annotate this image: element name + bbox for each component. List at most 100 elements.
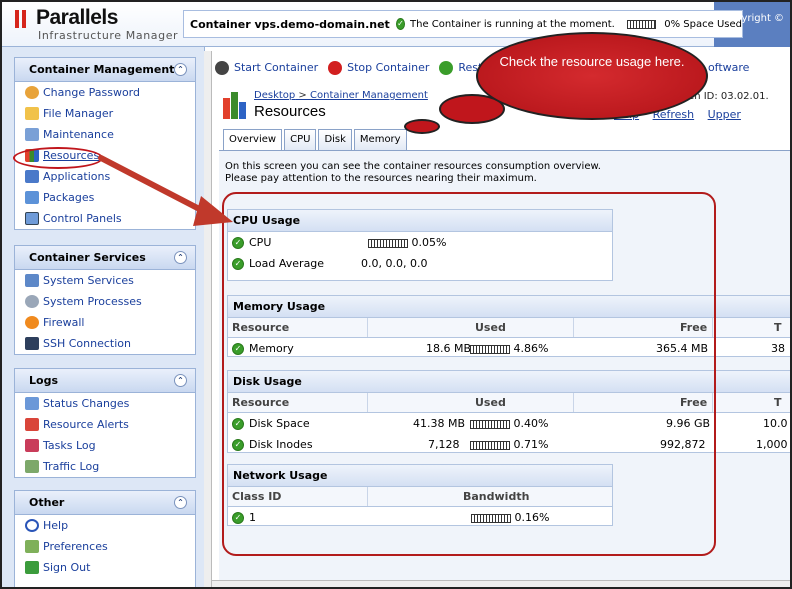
parallels-logo-icon [15,10,29,28]
logo-text: Parallels [36,6,118,29]
panel-title: Other [29,496,65,509]
logo-subtitle: Infrastructure Manager [38,29,179,42]
collapse-icon[interactable]: ⌃ [174,374,187,387]
resources-highlight-circle [13,147,103,169]
nav-traffic-log[interactable]: Traffic Log [15,456,195,477]
nav-label: Maintenance [43,128,114,141]
upper-level-link[interactable]: Upper [708,108,741,121]
panel-logs: Logs ⌃ Status Changes Resource Alerts Tas… [14,368,196,478]
panel-header[interactable]: Other ⌃ [15,491,195,515]
nav-label: Packages [43,191,95,204]
total-value: 1,000 [756,438,788,451]
panel-title: Logs [29,374,58,387]
nav-preferences[interactable]: Preferences [15,536,195,557]
panel-title: Container Services [29,251,146,264]
nav-label: File Manager [43,107,114,120]
running-icon: ✓ [395,18,406,30]
tab-overview[interactable]: Overview [223,129,283,150]
nav-system-processes[interactable]: System Processes [15,291,195,312]
tab-bar: Overview CPU Disk Memory [223,129,407,150]
nav-system-services[interactable]: System Services [15,270,195,291]
help-icon [25,519,39,532]
nav-label: Change Password [43,86,140,99]
container-name: Container vps.demo-domain.net [190,17,390,31]
tab-memory[interactable]: Memory [353,129,407,150]
nav-file-manager[interactable]: File Manager [15,103,195,124]
vertical-scrollbar[interactable] [204,51,212,587]
nav-label: System Services [43,274,134,287]
nav-change-password[interactable]: Change Password [15,82,195,103]
copyright: Copyright © [722,13,785,24]
tab-cpu[interactable]: CPU [284,129,317,150]
collapse-icon[interactable]: ⌃ [174,63,187,76]
restart-icon [439,60,454,75]
preferences-icon [25,540,39,553]
nav-label: Sign Out [43,561,91,574]
tab-disk[interactable]: Disk [318,129,352,150]
page-title: Resources [254,103,326,120]
stop-container-button[interactable]: Stop Container [328,60,430,75]
highlight-box [222,192,716,556]
wrench-icon [25,128,39,141]
play-icon [215,60,229,75]
intro-line: Please pay attention to the resources ne… [225,173,537,184]
space-usage-bar [626,19,657,29]
col-total: T [774,321,782,334]
nav-label: Status Changes [43,397,130,410]
horizontal-scrollbar[interactable] [212,580,790,587]
nav-label: Tasks Log [43,439,96,452]
software-button[interactable]: oftware [708,61,750,74]
sign-out-icon [25,561,39,574]
panel-header[interactable]: Container Management ⌃ [15,58,195,82]
pointer-arrow-icon [98,155,233,226]
panel-other: Other ⌃ Help Preferences Sign Out [14,490,196,587]
collapse-icon[interactable]: ⌃ [174,251,187,264]
nav-label: Resource Alerts [43,418,129,431]
nav-ssh-connection[interactable]: SSH Connection [15,333,195,354]
packages-icon [25,191,39,204]
start-container-button[interactable]: Start Container [215,60,319,75]
resources-page-icon [222,88,248,120]
status-log-icon [25,397,39,410]
stop-icon [328,60,343,75]
container-status-bar: Container vps.demo-domain.net ✓ The Cont… [183,10,743,38]
tasks-icon [25,439,39,452]
app-window: Parallels Infrastructure Manager Contain… [0,0,792,589]
breadcrumb-separator: > [295,90,310,101]
button-label: oftware [707,61,750,74]
total-value: 38 [771,342,785,355]
nav-status-changes[interactable]: Status Changes [15,393,195,414]
callout-text: Check the resource usage here. [499,54,685,69]
total-value: 10.0 [763,417,788,430]
nav-label: SSH Connection [43,337,131,350]
nav-tasks-log[interactable]: Tasks Log [15,435,195,456]
key-icon [25,86,39,99]
status-text: The Container is running at the moment. [410,18,615,30]
traffic-icon [25,460,39,473]
collapse-icon[interactable]: ⌃ [174,496,187,509]
button-label: Start Container [234,61,319,74]
nav-firewall[interactable]: Firewall [15,312,195,333]
panel-header[interactable]: Logs ⌃ [15,369,195,393]
breadcrumb-container-management[interactable]: Container Management [310,90,428,101]
applications-icon [25,170,39,183]
nav-help[interactable]: Help [15,515,195,536]
panel-title: Container Management [29,63,175,76]
panel-container-services: Container Services ⌃ System Services Syst… [14,245,196,355]
callout-bubble: Check the resource usage here. [476,32,708,120]
firewall-icon [25,316,39,329]
nav-maintenance[interactable]: Maintenance [15,124,195,145]
gear-icon [25,295,39,308]
nav-label: System Processes [43,295,142,308]
breadcrumb-desktop[interactable]: Desktop [254,90,295,101]
nav-label: Help [43,519,69,532]
panel-header[interactable]: Container Services ⌃ [15,246,195,270]
button-label: Stop Container [347,61,430,74]
nav-resource-alerts[interactable]: Resource Alerts [15,414,195,435]
sidebar: Container Management ⌃ Change Password Fi… [2,47,204,587]
intro-line: On this screen you can see the container… [225,161,601,172]
nav-label: Preferences [43,540,108,553]
control-panel-icon [25,212,39,225]
nav-sign-out[interactable]: Sign Out [15,557,195,578]
intro-text: On this screen you can see the container… [225,161,601,185]
